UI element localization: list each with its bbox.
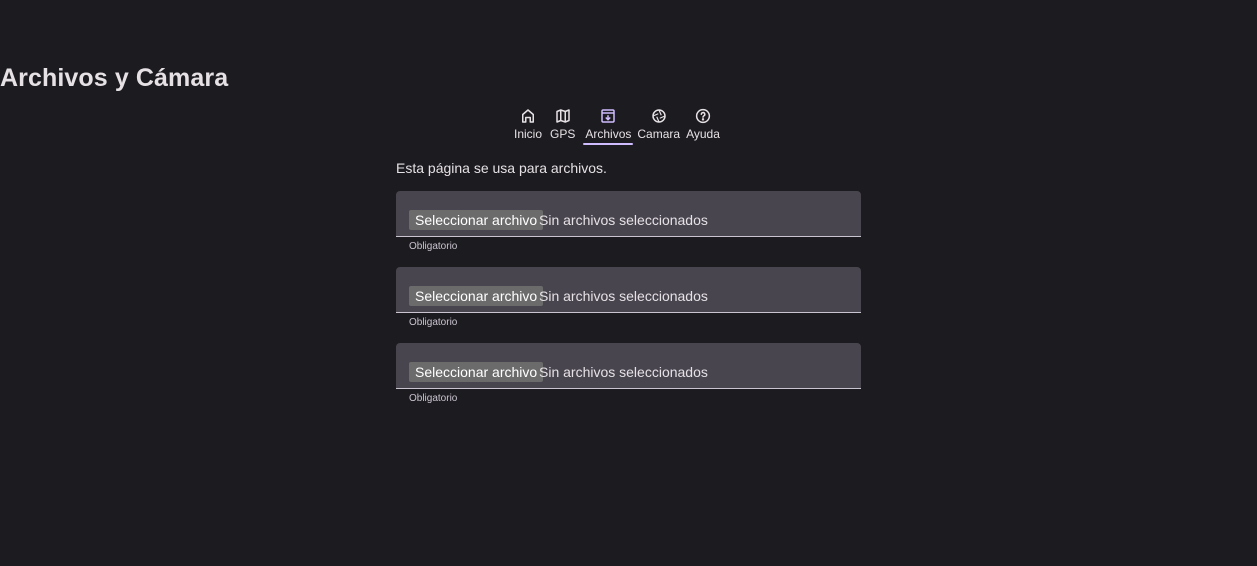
- file-status: Sin archivos seleccionados: [539, 364, 708, 380]
- select-file-button[interactable]: Seleccionar archivo: [409, 286, 544, 306]
- select-file-button[interactable]: Seleccionar archivo: [409, 210, 544, 230]
- nav-item-ayuda[interactable]: Ayuda: [683, 107, 723, 141]
- file-field: Seleccionar archivo Sin archivos selecci…: [396, 191, 861, 253]
- nav-label-inicio: Inicio: [514, 127, 543, 141]
- nav-item-gps[interactable]: GPS: [547, 107, 578, 141]
- file-status: Sin archivos seleccionados: [539, 212, 708, 228]
- select-file-button[interactable]: Seleccionar archivo: [409, 362, 544, 382]
- nav-label-ayuda: Ayuda: [686, 127, 720, 141]
- helper-text: Obligatorio: [409, 241, 458, 252]
- helper-text: Obligatorio: [409, 317, 458, 328]
- page-description: Esta página se usa para archivos.: [396, 160, 607, 176]
- page: Archivos y Cámara Inicio GPS Archivos Ca…: [0, 0, 1257, 566]
- file-input[interactable]: Seleccionar archivo Sin archivos selecci…: [396, 267, 861, 313]
- file-field: Seleccionar archivo Sin archivos selecci…: [396, 267, 861, 329]
- nav-label-archivos: Archivos: [585, 127, 632, 141]
- nav-bar: Inicio GPS Archivos Camara Ayuda: [511, 107, 723, 145]
- camera-aperture-icon: [650, 107, 668, 125]
- file-input[interactable]: Seleccionar archivo Sin archivos selecci…: [396, 191, 861, 237]
- nav-item-inicio[interactable]: Inicio: [511, 107, 545, 141]
- file-input[interactable]: Seleccionar archivo Sin archivos selecci…: [396, 343, 861, 389]
- nav-item-camara[interactable]: Camara: [634, 107, 683, 141]
- file-field: Seleccionar archivo Sin archivos selecci…: [396, 343, 861, 405]
- archive-icon: [599, 107, 617, 125]
- file-status: Sin archivos seleccionados: [539, 288, 708, 304]
- helper-text: Obligatorio: [409, 393, 458, 404]
- page-title: Archivos y Cámara: [0, 64, 229, 92]
- help-icon: [694, 107, 712, 125]
- nav-item-archivos[interactable]: Archivos: [582, 107, 634, 145]
- nav-label-camara: Camara: [637, 127, 681, 141]
- nav-label-gps: GPS: [550, 127, 576, 141]
- map-icon: [554, 107, 572, 125]
- home-icon: [519, 107, 537, 125]
